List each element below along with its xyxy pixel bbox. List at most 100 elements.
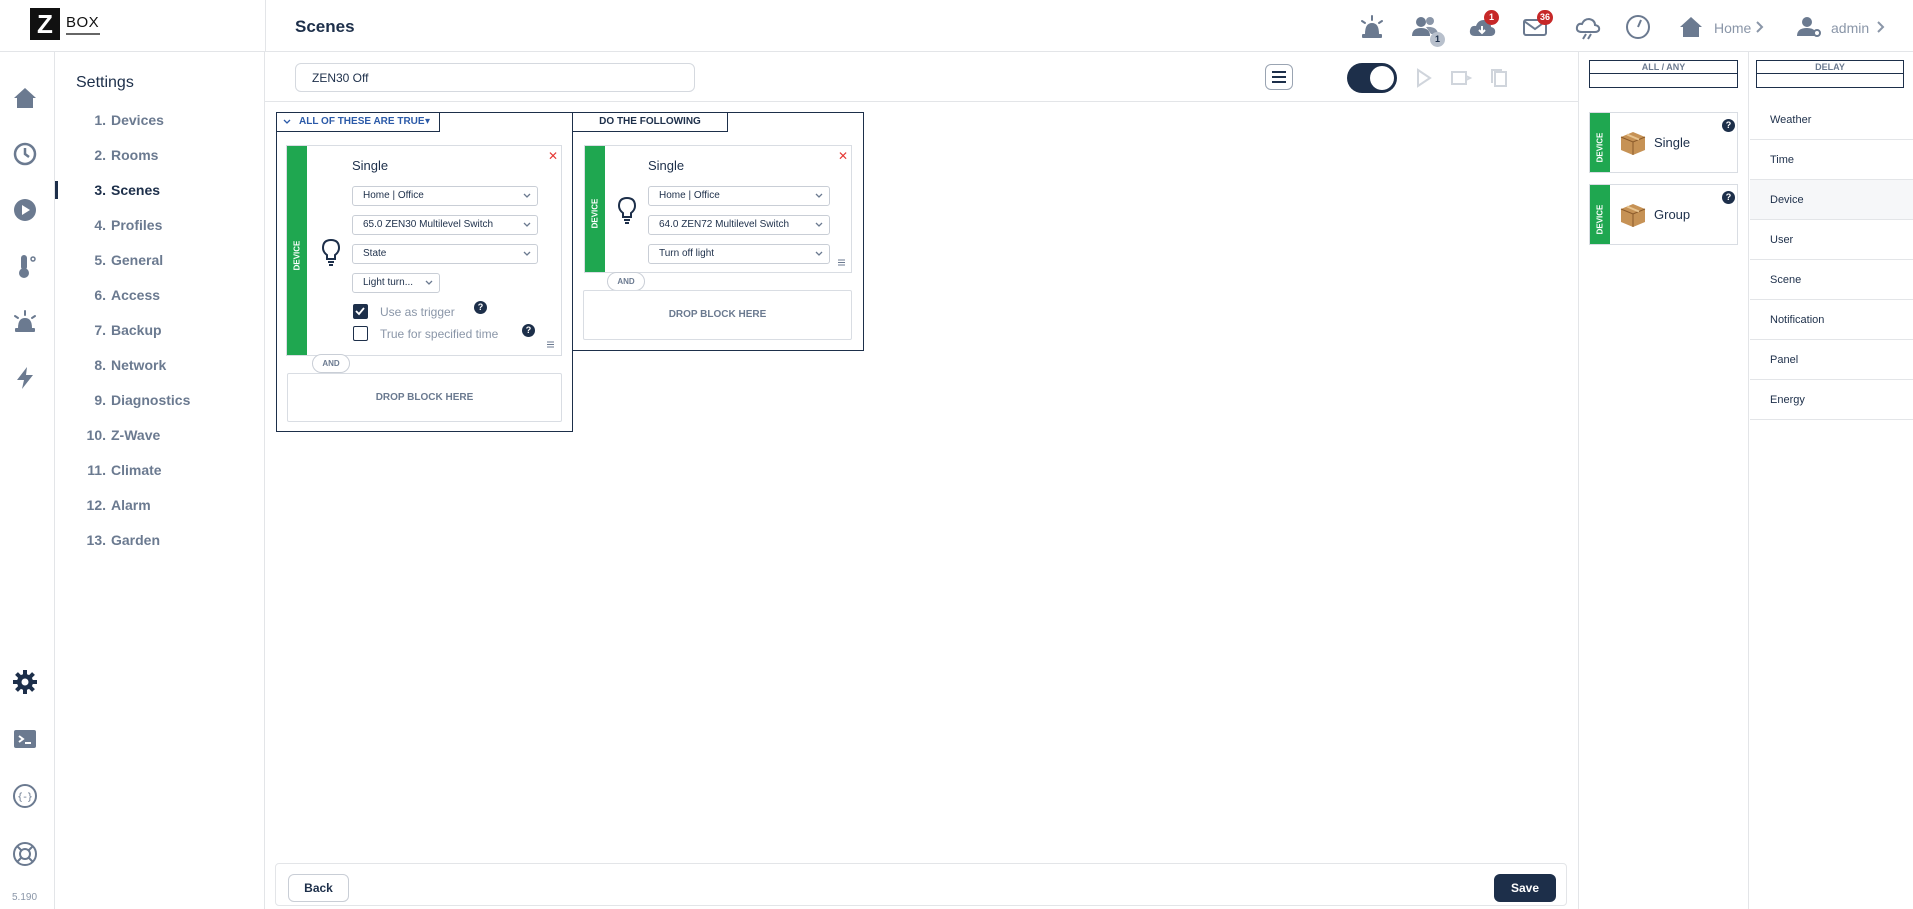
page-title: Scenes — [295, 17, 355, 36]
condition-room-select[interactable]: Home | Office — [352, 186, 538, 206]
menu-item-label: General — [111, 252, 164, 268]
settings-menu: Settings 1. Devices 2. Rooms 3. Scenes 4. Pr… — [55, 52, 265, 909]
category-energy[interactable]: Energy — [1750, 380, 1913, 420]
close-icon[interactable]: ✕ — [838, 149, 848, 163]
run-play-icon[interactable] — [1411, 66, 1435, 90]
select-value: Home | Office — [659, 190, 720, 201]
device-stripe: DEVICE — [1590, 185, 1610, 244]
api-braces-icon[interactable]: {-} — [12, 783, 38, 809]
dashboard-home-icon[interactable] — [12, 85, 38, 111]
category-panel[interactable]: Panel — [1750, 340, 1913, 380]
all-any-block[interactable]: ALL / ANY — [1589, 60, 1738, 88]
trigger-help-icon[interactable]: ? — [474, 301, 487, 314]
use-as-trigger-checkbox[interactable] — [353, 304, 368, 319]
play-icon[interactable] — [12, 197, 38, 223]
copy-icon[interactable] — [1487, 66, 1511, 90]
menu-item-rooms[interactable]: 2. Rooms — [55, 140, 264, 170]
list-view-button[interactable] — [1265, 64, 1293, 90]
menu-item-alarm[interactable]: 12. Alarm — [55, 490, 264, 520]
category-time[interactable]: Time — [1750, 140, 1913, 180]
palette-block-single[interactable]: DEVICE Single ? — [1589, 112, 1738, 173]
lightning-icon[interactable] — [12, 365, 38, 391]
action-room-select[interactable]: Home | Office — [648, 186, 830, 206]
menu-item-number: 1. — [94, 112, 106, 128]
conditions-and-pill[interactable]: AND — [312, 354, 350, 373]
drag-handle-icon[interactable] — [837, 258, 846, 267]
settings-gear-icon[interactable] — [12, 669, 38, 695]
condition-property-select[interactable]: State — [352, 244, 538, 264]
toggle-knob — [1370, 66, 1394, 90]
category-weather[interactable]: Weather — [1750, 100, 1913, 140]
back-button[interactable]: Back — [288, 874, 349, 902]
help-icon[interactable]: ? — [1722, 191, 1735, 204]
duplicate-icon[interactable] — [1449, 66, 1473, 90]
use-as-trigger-label: Use as trigger — [380, 305, 455, 319]
select-value: Home | Office — [363, 190, 424, 201]
menu-item-network[interactable]: 8. Network — [55, 350, 264, 380]
menu-item-devices[interactable]: 1. Devices — [55, 105, 264, 135]
icon-rail: {-} — [0, 52, 55, 909]
category-user[interactable]: User — [1750, 220, 1913, 260]
menu-item-backup[interactable]: 7. Backup — [55, 315, 264, 345]
category-device[interactable]: Device — [1750, 180, 1913, 220]
alarm-siren-icon[interactable] — [12, 309, 38, 335]
true-for-time-checkbox[interactable] — [353, 326, 368, 341]
conditions-drop-zone[interactable]: DROP BLOCK HERE — [287, 373, 562, 422]
drag-handle-icon[interactable] — [546, 340, 555, 349]
action-device-card[interactable]: DEVICE Single ✕ Home | Office 64.0 ZEN72… — [584, 145, 852, 273]
thermometer-icon[interactable] — [12, 253, 38, 279]
user-link[interactable]: admin — [1831, 20, 1869, 36]
palette-block-label: Single — [1654, 135, 1691, 150]
palette-block-group[interactable]: DEVICE Group ? — [1589, 184, 1738, 245]
menu-item-garden[interactable]: 13. Garden — [55, 525, 264, 555]
weather-icon[interactable] — [1573, 12, 1603, 42]
menu-item-label: Diagnostics — [111, 392, 191, 408]
close-icon[interactable]: ✕ — [548, 149, 558, 163]
home-chevron-icon — [1752, 19, 1768, 35]
delay-block[interactable]: DELAY — [1756, 60, 1904, 88]
menu-item-profiles[interactable]: 4. Profiles — [55, 210, 264, 240]
scene-enabled-toggle[interactable] — [1347, 63, 1397, 93]
menu-item-general[interactable]: 5. General — [55, 245, 264, 275]
menu-item-access[interactable]: 6. Access — [55, 280, 264, 310]
siren-icon[interactable] — [1357, 12, 1387, 42]
home-icon[interactable] — [1676, 12, 1706, 42]
user-settings-icon[interactable] — [1794, 12, 1824, 42]
menu-item-scenes[interactable]: 3. Scenes — [55, 175, 264, 205]
device-stripe: DEVICE — [1590, 113, 1610, 172]
action-command-select[interactable]: Turn off light — [648, 244, 830, 264]
history-icon[interactable] — [12, 141, 38, 167]
action-device-select[interactable]: 64.0 ZEN72 Multilevel Switch — [648, 215, 830, 235]
scene-name-input[interactable] — [295, 63, 695, 92]
home-link[interactable]: Home — [1714, 20, 1751, 36]
category-scene[interactable]: Scene — [1750, 260, 1913, 300]
menu-item-label: Devices — [111, 112, 164, 128]
app-version: 5.190 — [12, 892, 38, 903]
app-logo[interactable]: Z BOX — [30, 8, 102, 42]
terminal-icon[interactable] — [12, 726, 38, 752]
conditions-logic-dropdown[interactable]: ALL OF THESE ARE TRUE ▾ — [276, 112, 440, 132]
chevron-down-icon — [283, 118, 291, 126]
actions-header: DO THE FOLLOWING — [572, 112, 728, 132]
chevron-down-icon — [425, 279, 433, 287]
menu-item-climate[interactable]: 11. Climate — [55, 455, 264, 485]
device-stripe-label: DEVICE — [1595, 132, 1605, 162]
actions-and-pill[interactable]: AND — [607, 272, 645, 291]
menu-item-zwave[interactable]: 10. Z-Wave — [55, 420, 264, 450]
true-for-time-row[interactable]: True for specified time — [353, 326, 533, 342]
help-lifebuoy-icon[interactable] — [12, 841, 38, 867]
light-bulb-icon — [319, 238, 343, 266]
menu-item-diagnostics[interactable]: 9. Diagnostics — [55, 385, 264, 415]
clock-icon[interactable] — [1623, 12, 1653, 42]
menu-item-number: 10. — [86, 427, 106, 443]
actions-drop-zone[interactable]: DROP BLOCK HERE — [583, 290, 852, 340]
help-icon[interactable]: ? — [1722, 119, 1735, 132]
category-notification[interactable]: Notification — [1750, 300, 1913, 340]
condition-device-card[interactable]: DEVICE Single ✕ Home | Office 65.0 ZEN30… — [286, 145, 562, 356]
condition-device-select[interactable]: 65.0 ZEN30 Multilevel Switch — [352, 215, 538, 235]
time-help-icon[interactable]: ? — [522, 324, 535, 337]
device-stripe-label: DEVICE — [1595, 204, 1605, 234]
condition-value-select[interactable]: Light turn... — [352, 273, 440, 293]
save-button[interactable]: Save — [1494, 874, 1556, 902]
use-as-trigger-row[interactable]: Use as trigger — [353, 304, 533, 320]
